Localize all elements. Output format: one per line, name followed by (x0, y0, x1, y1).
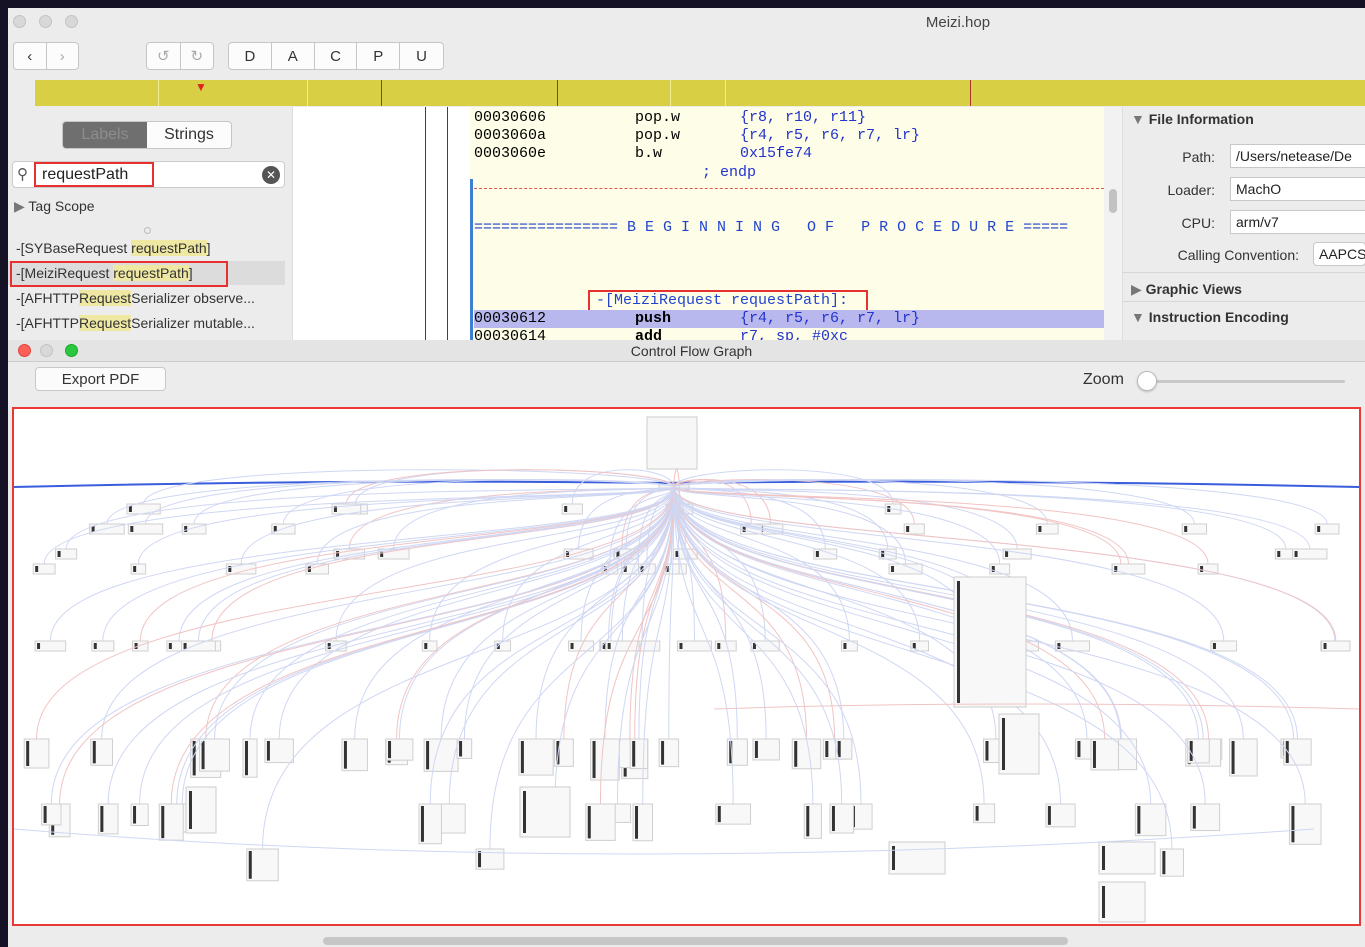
export-pdf-button[interactable]: Export PDF (35, 367, 166, 391)
mode-p-button[interactable]: P (357, 43, 401, 69)
redo-icon: ↻ (190, 48, 204, 65)
file-info-section[interactable]: ▼ File Information (1131, 111, 1254, 127)
sidebar: Labels Strings ⚲ requestPath ✕ ▶ Tag Sco… (8, 107, 292, 348)
tab-strings[interactable]: Strings (147, 122, 231, 148)
horizontal-scroll-thumb[interactable] (323, 937, 1068, 945)
path-label: Path: (1182, 149, 1215, 165)
asm-line[interactable]: 0003060e (474, 145, 546, 163)
tag-scope-disclosure[interactable]: ▶ Tag Scope (14, 198, 95, 215)
search-input[interactable]: requestPath (34, 162, 154, 187)
disclosure-open-icon: ▼ (1131, 111, 1145, 127)
disclosure-triangle-icon: ▶ (14, 198, 25, 214)
cfg-title: Control Flow Graph (630, 343, 753, 359)
chevron-right-icon: › (59, 47, 65, 65)
zoom-slider-thumb[interactable] (1137, 371, 1157, 391)
loader-field[interactable]: MachO (1230, 177, 1365, 201)
inspector-panel: ▼ File Information Path: /Users/netease/… (1122, 107, 1365, 348)
list-item[interactable]: -[SYBaseRequest requestPath] (16, 240, 211, 256)
undo-button[interactable]: ↺ (147, 43, 181, 69)
cfg-canvas[interactable] (12, 407, 1361, 926)
instruction-encoding-section[interactable]: ▼ Instruction Encoding (1131, 309, 1289, 325)
mode-u-button[interactable]: U (400, 43, 443, 69)
disclosure-open-icon: ▼ (1131, 309, 1145, 325)
zoom-label: Zoom (1083, 371, 1124, 388)
tab-labels[interactable]: Labels (63, 122, 147, 148)
disclosure-triangle-icon: ▶ (1131, 281, 1142, 297)
split-handle-icon[interactable] (144, 227, 151, 234)
search-icon: ⚲ (17, 166, 28, 183)
asm-line[interactable]: 00030606 (474, 109, 546, 127)
disassembly-view[interactable]: 00030606 pop.w {r8, r10, r11} 0003060a p… (470, 107, 1104, 348)
zoom-slider[interactable] (1143, 380, 1345, 383)
sidebar-tabs: Labels Strings (62, 121, 232, 149)
branch-gutter (292, 107, 470, 348)
mode-d-button[interactable]: D (229, 43, 272, 69)
scroll-thumb[interactable] (1109, 189, 1117, 213)
tag-scope-label: Tag Scope (28, 198, 95, 214)
navigation-bar[interactable]: ▼ (35, 80, 1365, 106)
list-item[interactable]: -[AFHTTPRequestSerializer observe... (16, 290, 255, 306)
procedure-name[interactable]: -[MeiziRequest requestPath]: (596, 292, 848, 310)
calling-convention-select[interactable]: AAPCS (1313, 242, 1365, 266)
procedure-banner: ================ B E G I N N I N G O F P… (474, 219, 1069, 236)
list-item-selected[interactable]: -[MeiziRequest requestPath] (16, 265, 193, 281)
asm-opcode: pop.w (635, 127, 681, 144)
undo-icon: ↺ (156, 48, 170, 65)
control-flow-graph (14, 416, 1359, 923)
main-window: Meizi.hop ‹ › ↺ ↻ D A C P U ▼ Labels Str… (8, 8, 1365, 348)
calling-convention-label: Calling Convention: (1177, 247, 1299, 263)
nav-segment: ‹ › (13, 42, 79, 70)
window-title: Meizi.hop (925, 14, 991, 31)
clear-search-icon[interactable]: ✕ (262, 166, 280, 184)
display-mode-segment: D A C P U (228, 42, 444, 70)
mode-c-button[interactable]: C (315, 43, 358, 69)
procedure-separator (474, 188, 1104, 189)
redo-button[interactable]: ↻ (181, 43, 214, 69)
current-position-marker-icon: ▼ (195, 80, 207, 94)
procedure-marker (470, 179, 473, 348)
chevron-left-icon: ‹ (27, 47, 33, 65)
asm-args: {r4, r5, r6, r7, lr} (740, 127, 921, 144)
back-button[interactable]: ‹ (14, 43, 47, 69)
asm-args: {r4, r5, r6, r7, lr} (740, 310, 921, 327)
asm-opcode: pop.w (635, 109, 681, 126)
asm-line[interactable]: 0003060a (474, 127, 546, 145)
search-field[interactable]: ⚲ requestPath ✕ (12, 161, 285, 188)
asm-args: 0x15fe74 (740, 145, 813, 162)
asm-comment: ; endp (702, 164, 757, 181)
asm-address-selected[interactable]: 00030612 (474, 310, 546, 328)
asm-opcode: push (635, 310, 672, 327)
cfg-window: Control Flow Graph Export PDF Zoom (8, 340, 1365, 947)
list-item[interactable]: -[AFHTTPRequestSerializer mutable... (16, 315, 255, 331)
forward-button[interactable]: › (47, 43, 79, 69)
asm-args: {r8, r10, r11} (740, 109, 867, 126)
loader-label: Loader: (1167, 182, 1215, 198)
mode-a-button[interactable]: A (272, 43, 315, 69)
undo-redo-segment: ↺ ↻ (146, 42, 214, 70)
cpu-label: CPU: (1181, 215, 1215, 231)
asm-opcode: b.w (635, 145, 663, 162)
cpu-field[interactable]: arm/v7 (1230, 210, 1365, 234)
graphic-views-section[interactable]: ▶ Graphic Views (1131, 281, 1242, 298)
path-field[interactable]: /Users/netease/De (1230, 144, 1365, 168)
code-scrollbar[interactable] (1104, 107, 1122, 348)
